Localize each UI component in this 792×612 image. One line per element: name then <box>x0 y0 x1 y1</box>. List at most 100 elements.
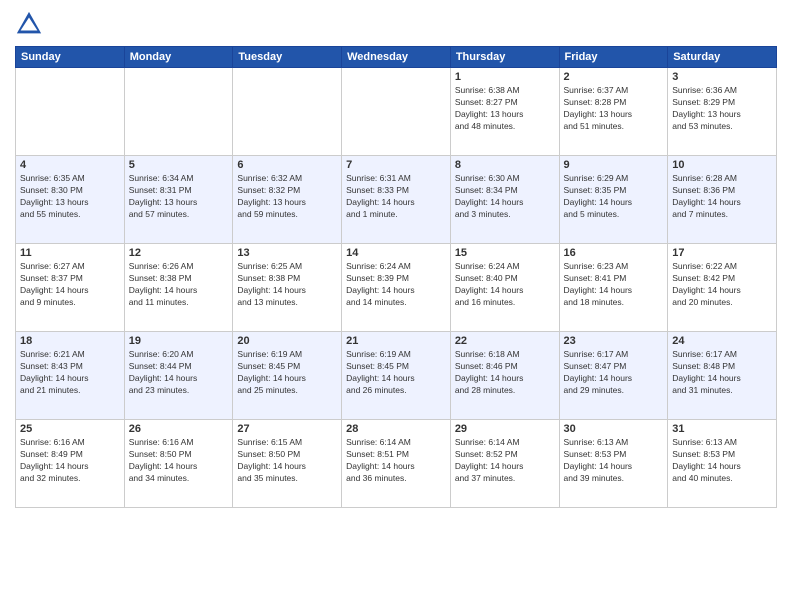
day-number: 26 <box>129 423 229 435</box>
day-info: Sunrise: 6:14 AM Sunset: 8:51 PM Dayligh… <box>346 437 446 485</box>
header <box>15 10 777 38</box>
day-number: 24 <box>672 335 772 347</box>
day-number: 27 <box>237 423 337 435</box>
calendar-cell: 3 Sunrise: 6:36 AM Sunset: 8:29 PM Daylig… <box>668 68 777 156</box>
weekday-header-saturday: Saturday <box>668 47 777 68</box>
day-number: 28 <box>346 423 446 435</box>
day-info: Sunrise: 6:28 AM Sunset: 8:36 PM Dayligh… <box>672 173 772 221</box>
day-number: 18 <box>20 335 120 347</box>
calendar-cell: 11 Sunrise: 6:27 AM Sunset: 8:37 PM Dayli… <box>16 244 125 332</box>
day-info: Sunrise: 6:16 AM Sunset: 8:49 PM Dayligh… <box>20 437 120 485</box>
day-number: 6 <box>237 159 337 171</box>
day-number: 1 <box>455 71 555 83</box>
logo <box>15 10 47 38</box>
day-info: Sunrise: 6:22 AM Sunset: 8:42 PM Dayligh… <box>672 261 772 309</box>
calendar-cell: 4 Sunrise: 6:35 AM Sunset: 8:30 PM Daylig… <box>16 156 125 244</box>
week-row-3: 11 Sunrise: 6:27 AM Sunset: 8:37 PM Dayli… <box>16 244 777 332</box>
day-number: 14 <box>346 247 446 259</box>
day-number: 22 <box>455 335 555 347</box>
calendar-cell: 28 Sunrise: 6:14 AM Sunset: 8:51 PM Dayli… <box>342 420 451 508</box>
day-info: Sunrise: 6:32 AM Sunset: 8:32 PM Dayligh… <box>237 173 337 221</box>
calendar-cell: 18 Sunrise: 6:21 AM Sunset: 8:43 PM Dayli… <box>16 332 125 420</box>
day-number: 16 <box>564 247 664 259</box>
calendar-cell: 27Sunrise: 6:15 AM Sunset: 8:50 PM Dayli… <box>233 420 342 508</box>
calendar-cell <box>342 68 451 156</box>
day-number: 2 <box>564 71 664 83</box>
weekday-header-sunday: Sunday <box>16 47 125 68</box>
day-info: Sunrise: 6:26 AM Sunset: 8:38 PM Dayligh… <box>129 261 229 309</box>
weekday-header-tuesday: Tuesday <box>233 47 342 68</box>
day-number: 3 <box>672 71 772 83</box>
logo-icon <box>15 10 43 38</box>
calendar-cell: 15Sunrise: 6:24 AM Sunset: 8:40 PM Dayli… <box>450 244 559 332</box>
day-number: 17 <box>672 247 772 259</box>
calendar-cell: 21 Sunrise: 6:19 AM Sunset: 8:45 PM Dayli… <box>342 332 451 420</box>
day-info: Sunrise: 6:19 AM Sunset: 8:45 PM Dayligh… <box>237 349 337 397</box>
day-info: Sunrise: 6:37 AM Sunset: 8:28 PM Dayligh… <box>564 85 664 133</box>
calendar-cell <box>124 68 233 156</box>
day-number: 21 <box>346 335 446 347</box>
calendar-cell: 22 Sunrise: 6:18 AM Sunset: 8:46 PM Dayli… <box>450 332 559 420</box>
day-info: Sunrise: 6:27 AM Sunset: 8:37 PM Dayligh… <box>20 261 120 309</box>
calendar-cell: 26Sunrise: 6:16 AM Sunset: 8:50 PM Dayli… <box>124 420 233 508</box>
day-info: Sunrise: 6:38 AM Sunset: 8:27 PM Dayligh… <box>455 85 555 133</box>
week-row-5: 25Sunrise: 6:16 AM Sunset: 8:49 PM Dayli… <box>16 420 777 508</box>
calendar-cell: 31 Sunrise: 6:13 AM Sunset: 8:53 PM Dayli… <box>668 420 777 508</box>
day-number: 8 <box>455 159 555 171</box>
day-number: 12 <box>129 247 229 259</box>
calendar-cell: 5 Sunrise: 6:34 AM Sunset: 8:31 PM Daylig… <box>124 156 233 244</box>
calendar-table: SundayMondayTuesdayWednesdayThursdayFrid… <box>15 46 777 508</box>
week-row-2: 4 Sunrise: 6:35 AM Sunset: 8:30 PM Daylig… <box>16 156 777 244</box>
calendar-cell: 30 Sunrise: 6:13 AM Sunset: 8:53 PM Dayli… <box>559 420 668 508</box>
day-number: 9 <box>564 159 664 171</box>
day-info: Sunrise: 6:13 AM Sunset: 8:53 PM Dayligh… <box>672 437 772 485</box>
day-number: 31 <box>672 423 772 435</box>
day-number: 15 <box>455 247 555 259</box>
weekday-header-wednesday: Wednesday <box>342 47 451 68</box>
week-row-1: 1 Sunrise: 6:38 AM Sunset: 8:27 PM Daylig… <box>16 68 777 156</box>
calendar-cell: 10Sunrise: 6:28 AM Sunset: 8:36 PM Dayli… <box>668 156 777 244</box>
day-number: 19 <box>129 335 229 347</box>
day-number: 30 <box>564 423 664 435</box>
calendar-cell: 19 Sunrise: 6:20 AM Sunset: 8:44 PM Dayli… <box>124 332 233 420</box>
day-number: 23 <box>564 335 664 347</box>
day-info: Sunrise: 6:13 AM Sunset: 8:53 PM Dayligh… <box>564 437 664 485</box>
weekday-header-friday: Friday <box>559 47 668 68</box>
calendar-cell: 6 Sunrise: 6:32 AM Sunset: 8:32 PM Daylig… <box>233 156 342 244</box>
day-info: Sunrise: 6:18 AM Sunset: 8:46 PM Dayligh… <box>455 349 555 397</box>
day-info: Sunrise: 6:29 AM Sunset: 8:35 PM Dayligh… <box>564 173 664 221</box>
calendar-cell: 7 Sunrise: 6:31 AM Sunset: 8:33 PM Daylig… <box>342 156 451 244</box>
day-info: Sunrise: 6:17 AM Sunset: 8:48 PM Dayligh… <box>672 349 772 397</box>
day-info: Sunrise: 6:35 AM Sunset: 8:30 PM Dayligh… <box>20 173 120 221</box>
day-number: 13 <box>237 247 337 259</box>
day-info: Sunrise: 6:36 AM Sunset: 8:29 PM Dayligh… <box>672 85 772 133</box>
week-row-4: 18 Sunrise: 6:21 AM Sunset: 8:43 PM Dayli… <box>16 332 777 420</box>
calendar-cell: 12 Sunrise: 6:26 AM Sunset: 8:38 PM Dayli… <box>124 244 233 332</box>
day-info: Sunrise: 6:20 AM Sunset: 8:44 PM Dayligh… <box>129 349 229 397</box>
day-info: Sunrise: 6:30 AM Sunset: 8:34 PM Dayligh… <box>455 173 555 221</box>
day-number: 7 <box>346 159 446 171</box>
day-number: 4 <box>20 159 120 171</box>
calendar-cell <box>16 68 125 156</box>
weekday-header-row: SundayMondayTuesdayWednesdayThursdayFrid… <box>16 47 777 68</box>
day-info: Sunrise: 6:24 AM Sunset: 8:39 PM Dayligh… <box>346 261 446 309</box>
calendar-cell: 29Sunrise: 6:14 AM Sunset: 8:52 PM Dayli… <box>450 420 559 508</box>
page: SundayMondayTuesdayWednesdayThursdayFrid… <box>0 0 792 612</box>
day-info: Sunrise: 6:17 AM Sunset: 8:47 PM Dayligh… <box>564 349 664 397</box>
calendar-cell: 23 Sunrise: 6:17 AM Sunset: 8:47 PM Dayli… <box>559 332 668 420</box>
calendar-cell: 14 Sunrise: 6:24 AM Sunset: 8:39 PM Dayli… <box>342 244 451 332</box>
day-number: 5 <box>129 159 229 171</box>
day-info: Sunrise: 6:31 AM Sunset: 8:33 PM Dayligh… <box>346 173 446 221</box>
day-info: Sunrise: 6:21 AM Sunset: 8:43 PM Dayligh… <box>20 349 120 397</box>
weekday-header-thursday: Thursday <box>450 47 559 68</box>
day-number: 29 <box>455 423 555 435</box>
day-number: 20 <box>237 335 337 347</box>
day-number: 11 <box>20 247 120 259</box>
calendar-cell: 20 Sunrise: 6:19 AM Sunset: 8:45 PM Dayli… <box>233 332 342 420</box>
day-info: Sunrise: 6:19 AM Sunset: 8:45 PM Dayligh… <box>346 349 446 397</box>
calendar-cell: 16Sunrise: 6:23 AM Sunset: 8:41 PM Dayli… <box>559 244 668 332</box>
calendar-cell: 24 Sunrise: 6:17 AM Sunset: 8:48 PM Dayli… <box>668 332 777 420</box>
calendar-cell: 2 Sunrise: 6:37 AM Sunset: 8:28 PM Daylig… <box>559 68 668 156</box>
day-info: Sunrise: 6:34 AM Sunset: 8:31 PM Dayligh… <box>129 173 229 221</box>
calendar-cell: 17 Sunrise: 6:22 AM Sunset: 8:42 PM Dayli… <box>668 244 777 332</box>
